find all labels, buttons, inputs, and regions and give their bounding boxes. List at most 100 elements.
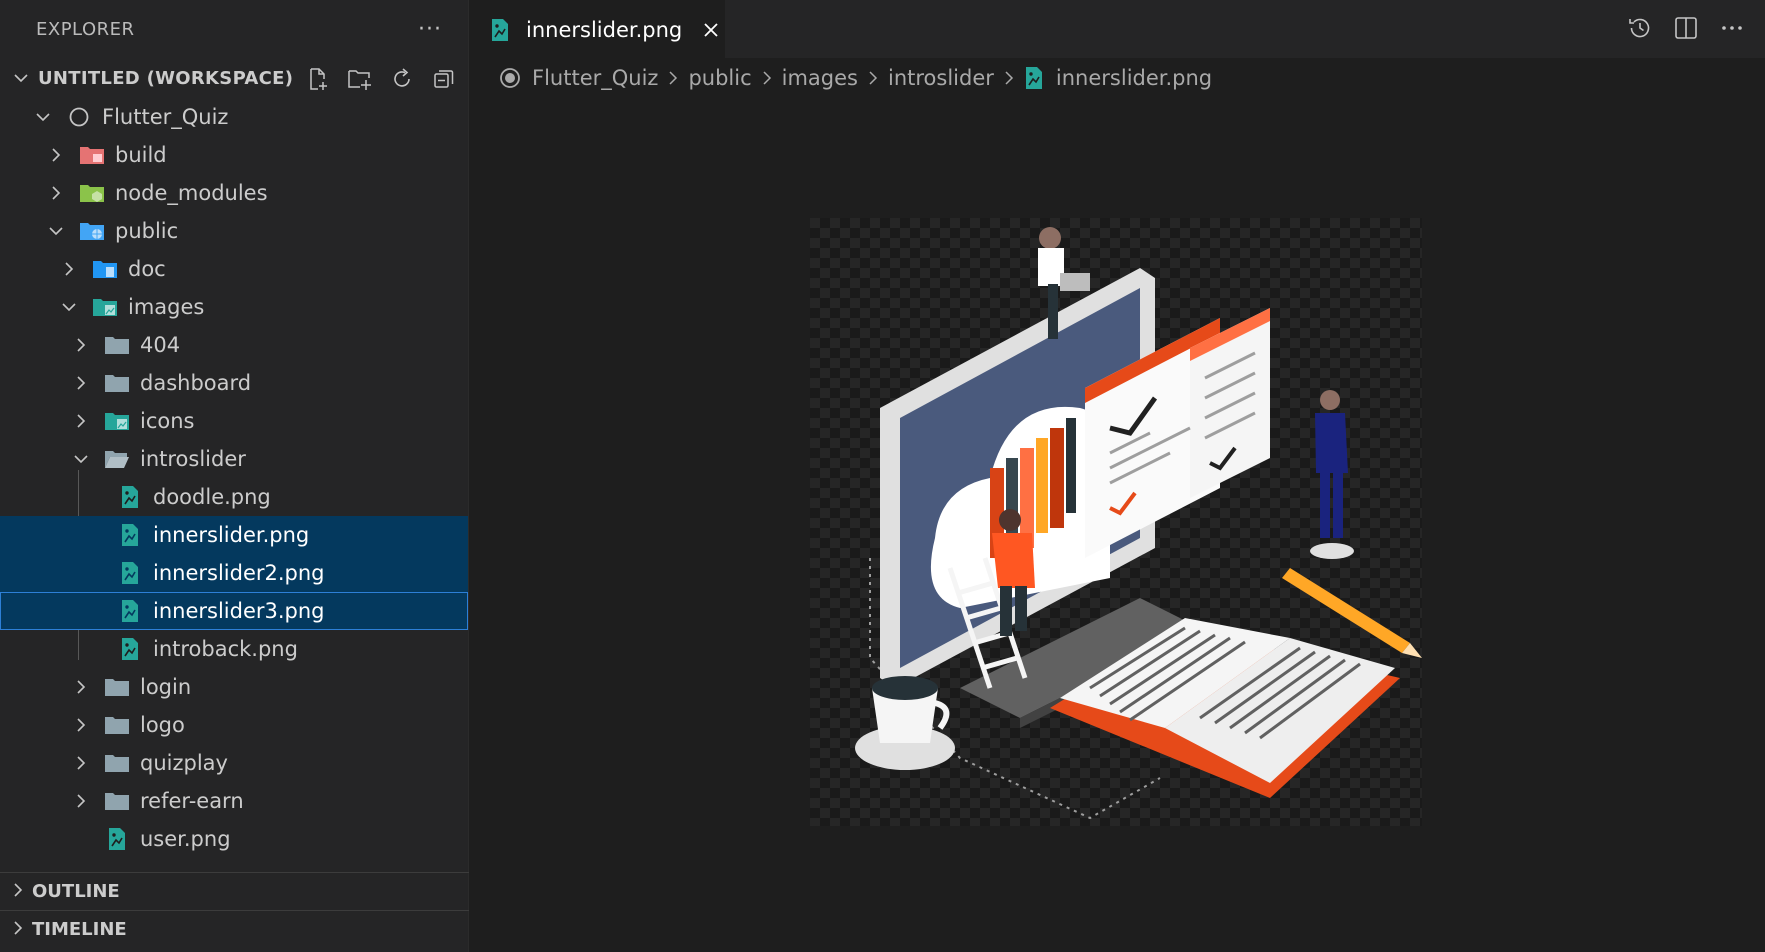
image-file-icon	[117, 485, 143, 509]
tree-item-label: node_modules	[115, 181, 268, 205]
chevron-down-icon	[70, 448, 92, 470]
tree-item-build[interactable]: build	[0, 136, 468, 174]
breadcrumb-label: introslider	[888, 66, 994, 90]
breadcrumb-item-file[interactable]: innerslider.png	[1024, 66, 1212, 90]
workspace-title: UNTITLED (WORKSPACE)	[38, 67, 294, 89]
tab-bar: innerslider.png	[470, 0, 1765, 58]
tree-item-logo[interactable]: logo	[0, 706, 468, 744]
new-folder-icon[interactable]	[346, 66, 374, 92]
tree-item-user-png[interactable]: user.png	[0, 820, 468, 858]
tree-item-label: introback.png	[153, 637, 298, 661]
tree-item-label: login	[140, 675, 192, 699]
workspace-actions	[304, 66, 458, 92]
chevron-right-icon	[70, 334, 92, 356]
tree-item-icons[interactable]: icons	[0, 402, 468, 440]
outline-section[interactable]: OUTLINE	[0, 872, 469, 910]
tree-item-quizplay[interactable]: quizplay	[0, 744, 468, 782]
tree-item-innerslider2-png[interactable]: innerslider2.png	[0, 554, 468, 592]
explorer-sidebar: EXPLORER ··· UNTITLED (WORKSPACE) Flutte…	[0, 0, 469, 952]
tree-item-label: logo	[140, 713, 185, 737]
chevron-down-icon	[10, 67, 32, 89]
no-chevron	[70, 828, 92, 850]
tree-item-innerslider3-png[interactable]: innerslider3.png	[0, 592, 468, 630]
tree-item-label: dashboard	[140, 371, 252, 395]
project-circle-icon	[66, 105, 92, 129]
no-chevron	[83, 562, 105, 584]
more-actions-icon[interactable]: ···	[418, 17, 442, 42]
tree-item-innerslider-png[interactable]: innerslider.png	[0, 516, 468, 554]
explorer-header: EXPLORER ···	[0, 0, 468, 58]
project-circle-icon	[500, 68, 520, 88]
tree-item-doodle-png[interactable]: doodle.png	[0, 478, 468, 516]
chevron-right-icon	[10, 882, 26, 902]
tree-item-images[interactable]: images	[0, 288, 468, 326]
tree-item-label: introslider	[140, 447, 246, 471]
folder-images-icon	[92, 295, 118, 319]
chevron-down-icon	[58, 296, 80, 318]
chevron-right-icon	[70, 676, 92, 698]
split-editor-icon[interactable]	[1673, 14, 1699, 42]
tree-item-label: innerslider.png	[153, 523, 310, 547]
image-file-icon	[117, 561, 143, 585]
breadcrumb-item-project[interactable]: Flutter_Quiz	[498, 66, 658, 90]
breadcrumb-label: innerslider.png	[1055, 66, 1213, 90]
image-file-icon	[117, 599, 143, 623]
tree-item-dashboard[interactable]: dashboard	[0, 364, 468, 402]
chevron-right-icon	[70, 790, 92, 812]
refresh-icon[interactable]	[388, 66, 416, 92]
new-file-icon[interactable]	[304, 66, 332, 92]
no-chevron	[83, 486, 105, 508]
chevron-right-icon	[70, 410, 92, 432]
breadcrumb-item-images[interactable]: images	[782, 66, 858, 90]
tree-item-404[interactable]: 404	[0, 326, 468, 364]
tab-label: innerslider.png	[526, 17, 683, 42]
folder-icon	[104, 371, 130, 395]
folder-icon	[104, 751, 130, 775]
folder-node-icon	[79, 181, 105, 205]
folder-images-icon	[104, 409, 130, 433]
chevron-right-icon	[58, 258, 80, 280]
breadcrumb-label: public	[688, 66, 752, 90]
chevron-right-icon	[45, 182, 67, 204]
image-file-icon	[488, 18, 512, 42]
no-chevron	[83, 600, 105, 622]
chevron-right-icon	[866, 70, 880, 86]
tree-item-public[interactable]: public	[0, 212, 468, 250]
folder-icon	[104, 713, 130, 737]
folder-icon	[104, 333, 130, 357]
history-icon[interactable]	[1627, 14, 1653, 42]
tree-item-flutter-quiz[interactable]: Flutter_Quiz	[0, 98, 468, 136]
tree-item-introslider[interactable]: introslider	[0, 440, 468, 478]
breadcrumb-item-public[interactable]: public	[688, 66, 751, 90]
folder-build-icon	[79, 143, 105, 167]
tree-item-login[interactable]: login	[0, 668, 468, 706]
image-file-icon	[1025, 67, 1042, 89]
tree-item-label: innerslider2.png	[153, 561, 325, 585]
timeline-label: TIMELINE	[32, 919, 127, 940]
tree-item-label: doc	[128, 257, 166, 281]
tree-item-node-modules[interactable]: node_modules	[0, 174, 468, 212]
folder-open-icon	[104, 447, 130, 471]
workspace-header[interactable]: UNTITLED (WORKSPACE)	[0, 58, 468, 98]
chevron-right-icon	[45, 144, 67, 166]
tree-item-label: build	[115, 143, 167, 167]
breadcrumb: Flutter_Quiz public images introslider i…	[470, 58, 1765, 98]
tree-item-label: images	[128, 295, 205, 319]
tab-innerslider-png[interactable]: innerslider.png	[470, 0, 725, 58]
no-chevron	[83, 638, 105, 660]
editor-area: innerslider.png Flutter_Quiz public imag…	[470, 0, 1765, 952]
tree-item-introback-png[interactable]: introback.png	[0, 630, 468, 668]
breadcrumb-item-introslider[interactable]: introslider	[888, 66, 994, 90]
tree-item-refer-earn[interactable]: refer-earn	[0, 782, 468, 820]
close-icon[interactable]	[700, 19, 722, 41]
more-actions-icon[interactable]	[1719, 14, 1745, 42]
tree-item-doc[interactable]: doc	[0, 250, 468, 288]
folder-public-icon	[79, 219, 105, 243]
image-file-icon	[117, 523, 143, 547]
image-file-icon	[117, 637, 143, 661]
tree-item-label: quizplay	[140, 751, 228, 775]
collapse-all-icon[interactable]	[430, 66, 458, 92]
no-chevron	[83, 524, 105, 546]
folder-icon	[104, 675, 130, 699]
timeline-section[interactable]: TIMELINE	[0, 910, 469, 948]
